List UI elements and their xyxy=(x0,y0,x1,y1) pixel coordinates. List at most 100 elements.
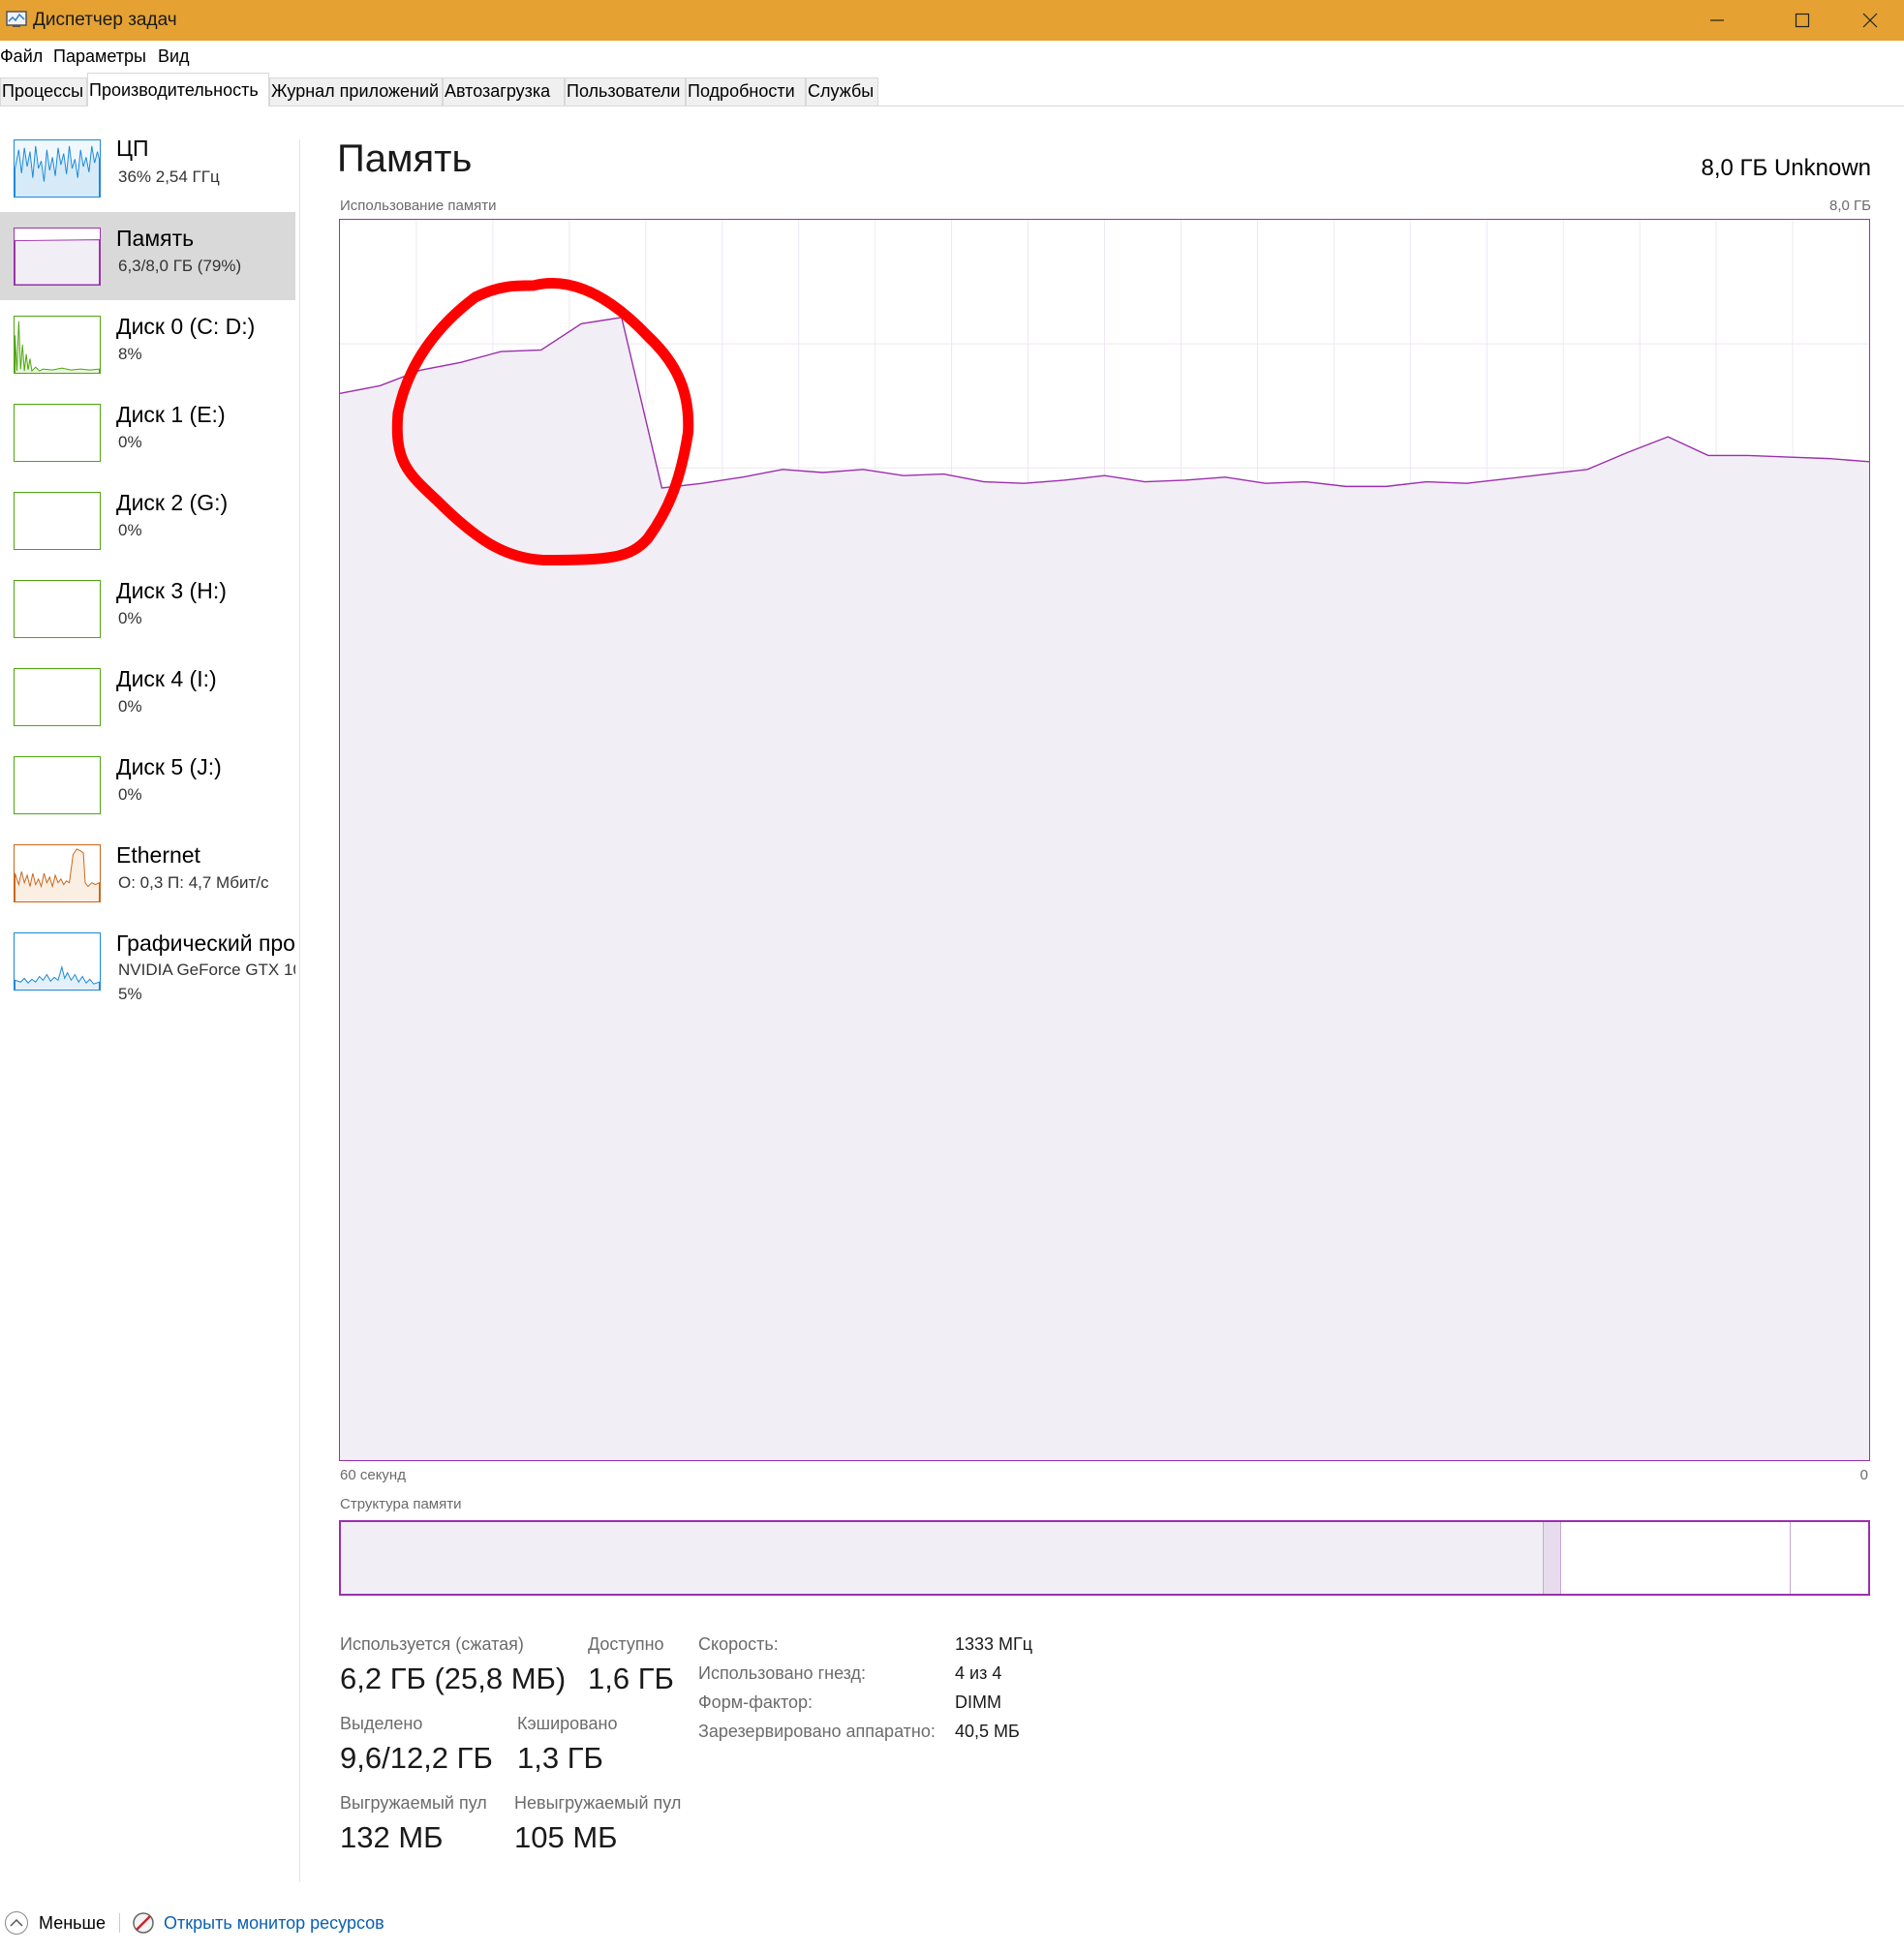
page-title: Память xyxy=(337,137,473,180)
sidebar-item-disk-4[interactable]: Диск 4 (I:) 0% xyxy=(0,653,295,738)
gpu-thumbnail-graph xyxy=(14,932,101,991)
title-bar: Диспетчер задач xyxy=(0,0,1904,41)
open-resource-monitor-link[interactable]: Открыть монитор ресурсов xyxy=(132,1909,384,1937)
task-manager-icon xyxy=(6,11,27,27)
sidebar-item-title: Диск 5 (J:) xyxy=(116,754,222,779)
hardware-reserved-label: Зарезервировано аппаратно: xyxy=(698,1722,936,1741)
sidebar-item-cpu[interactable]: ЦП 36% 2,54 ГГц xyxy=(0,126,295,211)
menu-view[interactable]: Вид xyxy=(158,46,190,67)
speed-value: 1333 МГц xyxy=(955,1634,1033,1654)
sidebar-item-subtitle: 0% xyxy=(118,521,142,539)
footer-bar: Меньше Открыть монитор ресурсов xyxy=(0,1907,1904,1952)
sidebar-item-subtitle: 6,3/8,0 ГБ (79%) xyxy=(118,257,242,275)
memory-thumbnail-graph xyxy=(14,228,101,286)
sidebar-item-subtitle: 0% xyxy=(118,609,142,627)
form-factor-value: DIMM xyxy=(955,1693,1001,1712)
disk-thumbnail-graph xyxy=(14,404,101,462)
menu-file[interactable]: Файл xyxy=(0,46,43,67)
sidebar-item-title: ЦП xyxy=(116,136,149,161)
sidebar-item-title: Ethernet xyxy=(116,842,200,868)
sidebar-item-title: Диск 4 (I:) xyxy=(116,666,217,691)
tab-startup[interactable]: Автозагрузка xyxy=(443,77,565,106)
memory-standby-segment xyxy=(1561,1522,1791,1594)
paged-pool-value: 132 МБ xyxy=(340,1820,444,1854)
maximize-button[interactable] xyxy=(1768,0,1836,41)
fewer-details-button[interactable]: Меньше xyxy=(4,1909,106,1937)
open-resource-monitor-label: Открыть монитор ресурсов xyxy=(164,1912,384,1933)
memory-modified-segment xyxy=(1543,1522,1562,1594)
memory-usage-graph xyxy=(339,219,1870,1461)
fewer-details-label: Меньше xyxy=(39,1912,106,1933)
menu-options[interactable]: Параметры xyxy=(53,46,146,67)
chevron-up-icon xyxy=(5,1911,28,1935)
sidebar-item-ethernet[interactable]: Ethernet О: 0,3 П: 4,7 Мбит/с xyxy=(0,829,295,914)
sidebar-item-memory[interactable]: Память 6,3/8,0 ГБ (79%) xyxy=(0,212,295,300)
tab-app-history[interactable]: Журнал приложений xyxy=(269,77,443,106)
memory-usage-area xyxy=(340,317,1869,1460)
disk-thumbnail-graph xyxy=(14,316,101,374)
cached-label: Кэшировано xyxy=(517,1714,618,1733)
resource-monitor-icon xyxy=(133,1912,154,1934)
minimize-button[interactable] xyxy=(1683,0,1751,41)
available-value: 1,6 ГБ xyxy=(588,1662,674,1695)
usage-graph-label: Использование памяти xyxy=(340,198,497,214)
disk-thumbnail-graph xyxy=(14,756,101,814)
sidebar-item-gpu[interactable]: Графический процессор 0 NVIDIA GeForce G… xyxy=(0,917,295,1014)
speed-label: Скорость: xyxy=(698,1634,779,1654)
sidebar-item-usage: 5% xyxy=(118,985,142,1003)
available-label: Доступно xyxy=(588,1634,664,1654)
sidebar-item-title: Память xyxy=(116,226,195,251)
in-use-value: 6,2 ГБ (25,8 МБ) xyxy=(340,1662,567,1695)
hardware-reserved-value: 40,5 МБ xyxy=(955,1722,1020,1741)
sidebar-item-subtitle: 36% 2,54 ГГц xyxy=(118,168,220,186)
committed-value: 9,6/12,2 ГБ xyxy=(340,1741,493,1775)
sidebar-item-title: Графический процессор 0 xyxy=(116,930,295,956)
cpu-thumbnail-graph xyxy=(14,139,101,198)
sidebar-item-subtitle: 0% xyxy=(118,697,142,716)
close-icon xyxy=(1862,13,1878,28)
form-factor-label: Форм-фактор: xyxy=(698,1693,814,1712)
sidebar-divider xyxy=(299,139,300,1882)
paged-pool-label: Выгружаемый пул xyxy=(340,1793,487,1813)
disk-thumbnail-graph xyxy=(14,492,101,550)
graph-time-end: 0 xyxy=(1859,1467,1868,1483)
nonpaged-pool-label: Невыгружаемый пул xyxy=(514,1793,682,1813)
tab-users[interactable]: Пользователи xyxy=(565,77,686,106)
sidebar-item-subtitle: 8% xyxy=(118,345,142,363)
tab-performance[interactable]: Производительность xyxy=(87,73,269,107)
in-use-label: Используется (сжатая) xyxy=(340,1634,524,1654)
sidebar-item-subtitle: О: 0,3 П: 4,7 Мбит/с xyxy=(118,873,269,892)
tab-bar: Процессы Производительность Журнал прило… xyxy=(0,71,1904,107)
memory-in-use-segment xyxy=(341,1522,1544,1594)
minimize-icon xyxy=(1710,19,1724,21)
tab-processes[interactable]: Процессы xyxy=(0,77,87,106)
sidebar-item-title: Диск 0 (C: D:) xyxy=(116,314,256,339)
committed-label: Выделено xyxy=(340,1714,423,1733)
sidebar-item-disk-3[interactable]: Диск 3 (H:) 0% xyxy=(0,564,295,650)
sidebar-item-subtitle: NVIDIA GeForce GTX 1050 xyxy=(118,961,295,979)
ethernet-thumbnail-graph xyxy=(14,844,101,902)
sidebar-item-disk-5[interactable]: Диск 5 (J:) 0% xyxy=(0,741,295,826)
sidebar-item-disk-1[interactable]: Диск 1 (E:) 0% xyxy=(0,388,295,473)
sidebar-item-title: Диск 2 (G:) xyxy=(116,490,229,515)
memory-capacity: 8,0 ГБ Unknown xyxy=(1701,155,1872,181)
memory-structure-label: Структура памяти xyxy=(340,1496,462,1512)
sidebar-item-disk-2[interactable]: Диск 2 (G:) 0% xyxy=(0,476,295,562)
maximize-icon xyxy=(1795,13,1810,28)
sidebar-item-disk-0[interactable]: Диск 0 (C: D:) 8% xyxy=(0,300,295,385)
cached-value: 1,3 ГБ xyxy=(517,1741,603,1775)
sidebar-item-subtitle: 0% xyxy=(118,785,142,804)
slots-used-value: 4 из 4 xyxy=(955,1663,1002,1683)
window-title: Диспетчер задач xyxy=(33,10,177,30)
menu-bar: Файл Параметры Вид xyxy=(0,42,1904,71)
slots-used-label: Использовано гнезд: xyxy=(698,1663,867,1683)
tab-details[interactable]: Подробности xyxy=(686,77,806,106)
usage-graph-max: 8,0 ГБ xyxy=(1829,198,1871,214)
disk-thumbnail-graph xyxy=(14,580,101,638)
sidebar-item-title: Диск 1 (E:) xyxy=(116,402,226,427)
sidebar-item-subtitle: 0% xyxy=(118,433,142,451)
tab-services[interactable]: Службы xyxy=(806,77,878,106)
memory-structure-bar xyxy=(339,1520,1870,1596)
graph-time-start: 60 секунд xyxy=(340,1467,406,1483)
close-button[interactable] xyxy=(1836,0,1904,41)
